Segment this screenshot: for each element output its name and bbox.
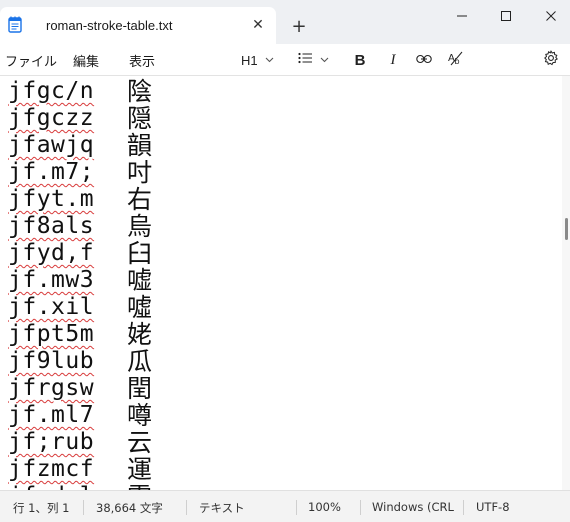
roman-code: jf9lub (8, 348, 95, 374)
chevron-down-icon (265, 55, 274, 65)
text-line: jfzmcf 運 (8, 456, 152, 483)
text-line: jfawjq 韻 (8, 132, 152, 159)
text-line: jf9lub 瓜 (8, 348, 152, 375)
chevron-down-icon (320, 55, 329, 65)
clear-formatting-button[interactable]: A b (448, 50, 464, 70)
text-line: jf;rub 云 (8, 429, 152, 456)
roman-code: jf.xil (8, 294, 95, 320)
close-icon (546, 11, 556, 21)
status-divider (186, 500, 187, 515)
roman-code: jfyd,f (8, 240, 95, 266)
text-line: jf.m7; 吋 (8, 159, 152, 186)
kanji-character: 噓 (127, 293, 153, 322)
clear-formatting-icon: A b (448, 50, 464, 71)
kanji-character: 韻 (127, 131, 153, 160)
link-button[interactable] (416, 50, 432, 70)
roman-code: jfyt.m (8, 186, 95, 212)
text-format: テキスト (199, 501, 245, 515)
text-line: jfyt.m 右 (8, 186, 152, 213)
text-line: jfgczz 隠 (8, 105, 152, 132)
roman-code: jf.ml7 (8, 402, 95, 428)
roman-code: jfgczz (8, 105, 95, 131)
title-bar: roman-stroke-table.txt ✕ + (0, 0, 570, 44)
menu-edit[interactable]: 編集 (73, 51, 99, 70)
menu-bar: ファイル 編集 表示 H1 B I A b (0, 44, 570, 76)
text-line: jfrgsw 閏 (8, 375, 152, 402)
gear-icon (543, 49, 559, 71)
status-divider (296, 500, 297, 515)
kanji-character: 陰 (127, 77, 153, 106)
roman-code: jf8als (8, 213, 95, 239)
list-dropdown[interactable] (298, 50, 329, 70)
text-line: jf.dul 雲 (8, 483, 152, 490)
line-ending[interactable]: Windows (CRLF (372, 500, 454, 514)
text-line: jf.ml7 噂 (8, 402, 152, 429)
roman-code: jf;rub (8, 429, 95, 455)
roman-code: jf.mw3 (8, 267, 95, 293)
kanji-character: 噂 (127, 401, 153, 430)
kanji-character: 隠 (127, 104, 153, 133)
bold-button[interactable]: B (353, 50, 367, 70)
kanji-character: 姥 (127, 320, 153, 349)
italic-button[interactable]: I (386, 50, 400, 70)
text-editor[interactable]: jfgc/n 陰 jfgczz 隠 jfawjq 韻 jf.m7; 吋 jfyt.m 右 jf8al… (0, 76, 562, 490)
status-bar: 行 1、列 1 38,664 文字 テキスト 100% Windows (CRL… (0, 490, 570, 522)
kanji-character: 嘘 (127, 266, 153, 295)
roman-code: jf.m7; (8, 159, 95, 185)
heading-dropdown[interactable]: H1 (241, 50, 274, 70)
menu-file[interactable]: ファイル (5, 51, 57, 70)
kanji-character: 雲 (127, 483, 152, 490)
kanji-character: 閏 (127, 374, 153, 403)
kanji-character: 烏 (127, 212, 153, 241)
list-icon (298, 51, 313, 69)
kanji-character: 運 (127, 455, 153, 484)
notepad-icon (8, 16, 22, 33)
minimize-button[interactable] (444, 4, 480, 28)
text-line: jfgc/n 陰 (8, 78, 152, 105)
text-line: jf.mw3 嘘 (8, 267, 152, 294)
kanji-character: 右 (127, 185, 153, 214)
close-window-button[interactable] (533, 4, 569, 28)
character-count: 38,664 文字 (96, 501, 163, 515)
status-divider (360, 500, 361, 515)
status-divider (83, 500, 84, 515)
text-line: jfyd,f 臼 (8, 240, 152, 267)
roman-code: jf.dul (8, 483, 120, 490)
text-line: jf8als 烏 (8, 213, 152, 240)
text-line: jf.xil 噓 (8, 294, 152, 321)
new-tab-button[interactable]: + (289, 16, 309, 37)
kanji-character: 臼 (127, 239, 153, 268)
zoom-level[interactable]: 100% (308, 500, 341, 514)
close-tab-button[interactable]: ✕ (248, 15, 268, 35)
maximize-icon (501, 11, 511, 21)
roman-code: jfzmcf (8, 456, 95, 482)
text-line: jfpt5m 姥 (8, 321, 152, 348)
link-icon (416, 51, 432, 69)
scrollbar-thumb[interactable] (565, 218, 568, 240)
document-tab[interactable]: roman-stroke-table.txt ✕ (0, 7, 276, 44)
vertical-scrollbar[interactable] (562, 76, 570, 490)
status-divider (463, 500, 464, 515)
kanji-character: 瓜 (127, 347, 153, 376)
roman-code: jfpt5m (8, 321, 95, 347)
roman-code: jfrgsw (8, 375, 95, 401)
roman-code: jfgc/n (8, 78, 95, 104)
minimize-icon (457, 15, 467, 17)
maximize-button[interactable] (488, 4, 524, 28)
heading-label: H1 (241, 52, 258, 68)
menu-view[interactable]: 表示 (129, 51, 155, 70)
tab-title: roman-stroke-table.txt (46, 18, 173, 33)
settings-button[interactable] (543, 49, 559, 71)
kanji-character: 吋 (127, 158, 153, 187)
encoding[interactable]: UTF-8 (476, 500, 510, 514)
roman-code: jfawjq (8, 132, 95, 158)
cursor-position: 行 1、列 1 (13, 501, 70, 515)
kanji-character: 云 (127, 428, 153, 457)
